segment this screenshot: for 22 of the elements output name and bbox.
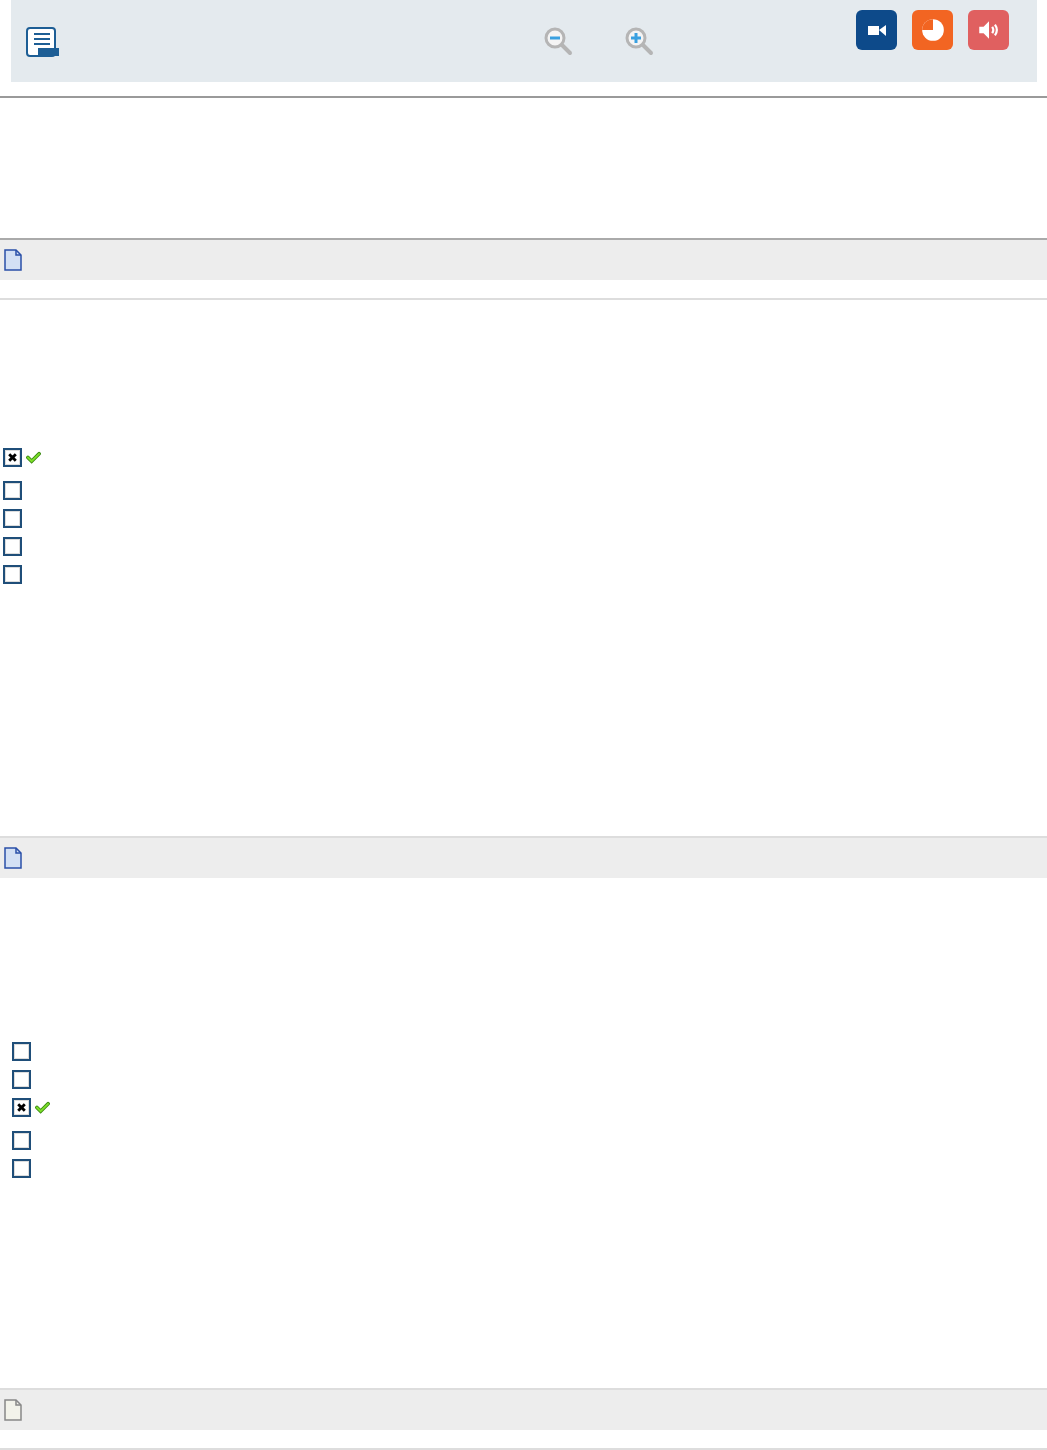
checkbox[interactable] xyxy=(3,509,22,528)
checkbox[interactable] xyxy=(3,481,22,500)
checkbox[interactable] xyxy=(12,1159,31,1178)
pie-chart-icon xyxy=(919,17,946,43)
zoom-out-icon[interactable] xyxy=(543,26,573,56)
checkbox[interactable] xyxy=(3,537,22,556)
checkbox[interactable] xyxy=(12,1070,31,1089)
document-icon xyxy=(4,847,22,869)
zoom-in-icon[interactable] xyxy=(624,26,654,56)
chart-button[interactable] xyxy=(912,10,953,50)
checkbox[interactable] xyxy=(3,448,22,467)
document-icon xyxy=(4,1399,22,1421)
checkbox[interactable] xyxy=(12,1131,31,1150)
audio-button[interactable] xyxy=(968,10,1009,50)
video-button[interactable] xyxy=(856,10,897,50)
cross-mark-icon xyxy=(16,1102,27,1113)
checkbox[interactable] xyxy=(12,1042,31,1061)
list-document-icon[interactable] xyxy=(26,27,60,57)
cross-mark-icon xyxy=(7,452,18,463)
checkbox[interactable] xyxy=(12,1098,31,1117)
document-icon xyxy=(4,249,22,271)
checkbox[interactable] xyxy=(3,565,22,584)
